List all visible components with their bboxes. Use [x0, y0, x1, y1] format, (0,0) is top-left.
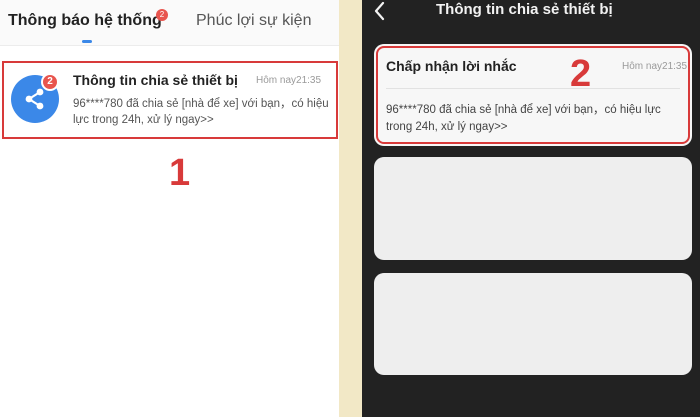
chevron-left-icon [374, 1, 385, 21]
page-title: Thông tin chia sẻ thiết bị [436, 1, 613, 18]
card-divider [386, 88, 680, 89]
step-number-2: 2 [570, 53, 592, 95]
device-share-notification[interactable]: 2 Thông tin chia sẻ thiết bị Hôm nay21:3… [2, 61, 338, 139]
back-button[interactable] [369, 0, 391, 22]
active-tab-indicator [82, 40, 92, 43]
device-share-detail-screen: Thông tin chia sẻ thiết bị Chấp nhận lời… [362, 0, 700, 417]
placeholder-card [374, 157, 692, 260]
step-number-1: 1 [169, 152, 191, 194]
notification-count-badge: 2 [41, 73, 59, 91]
notification-title: Thông tin chia sẻ thiết bị [73, 72, 238, 88]
tab-system-notifications[interactable]: Thông báo hệ thống [8, 12, 162, 30]
card-title: Chấp nhận lời nhắc [386, 58, 517, 74]
accept-reminder-card[interactable]: Chấp nhận lời nhắc Hôm nay21:35 96****78… [374, 44, 692, 146]
card-body: 96****780 đã chia sẻ [nhà để xe] với bạn… [386, 104, 661, 133]
placeholder-card [374, 273, 692, 375]
notification-list-screen: Thông báo hệ thống 2 Phúc lợi sự kiện 2 … [0, 0, 339, 417]
notification-time: Hôm nay21:35 [256, 75, 322, 86]
notification-body: 96****780 đã chia sẻ [nhà để xe] với bạn… [73, 98, 329, 126]
tab-bar: Thông báo hệ thống 2 Phúc lợi sự kiện [0, 0, 339, 46]
tab-event-benefits[interactable]: Phúc lợi sự kiện [196, 12, 311, 30]
card-time: Hôm nay21:35 [622, 61, 688, 72]
tab-unread-badge: 2 [156, 9, 168, 21]
